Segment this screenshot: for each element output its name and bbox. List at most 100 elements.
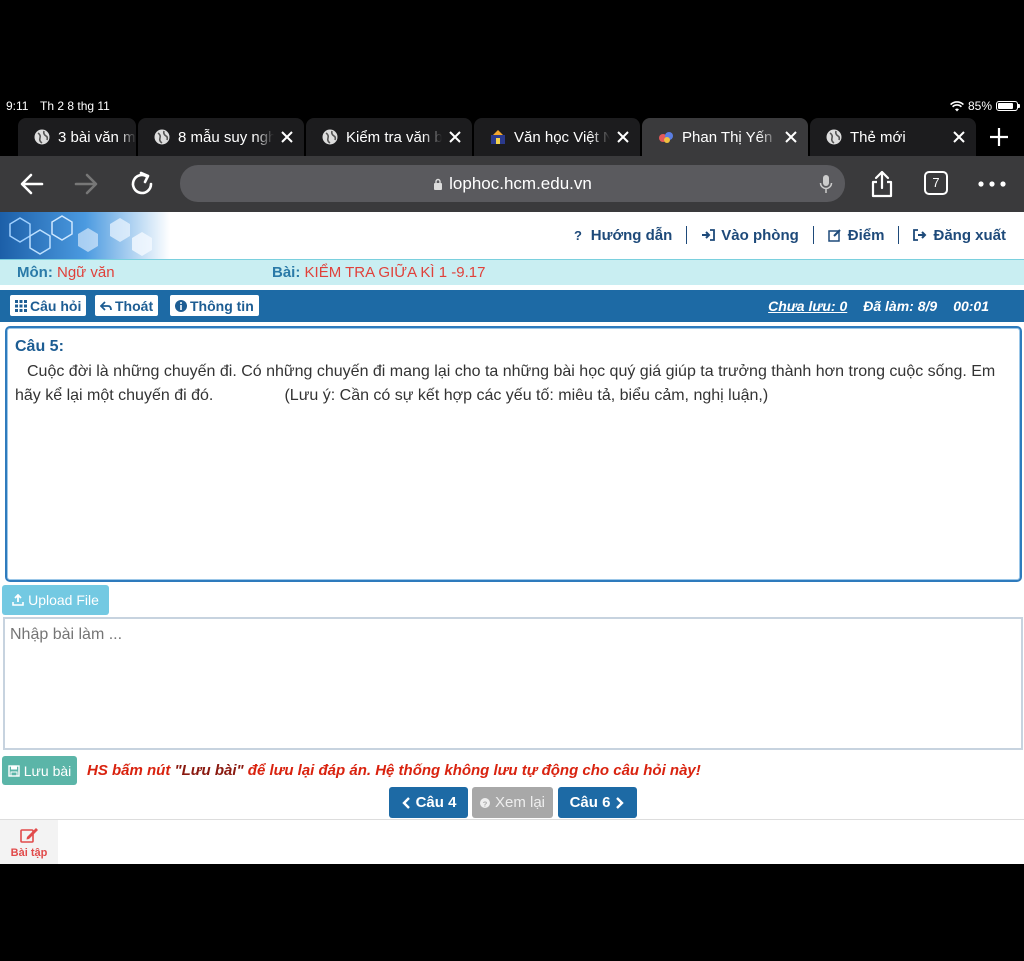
question-circle-icon: ? <box>479 797 490 808</box>
browser-tab-4[interactable]: Văn học Việt Nam <box>474 118 640 156</box>
logout-link[interactable]: Đăng xuất <box>899 227 1006 244</box>
lesson-info: Bài: KIỂM TRA GIỮA KÌ 1 -9.17 <box>272 264 485 281</box>
subject-value: Ngữ văn <box>57 264 115 281</box>
browser-tab-label: 8 mẫu suy nghĩ <box>178 128 274 146</box>
tab-count-button[interactable]: 7 <box>924 171 948 195</box>
save-warning-prefix: HS bấm nút <box>87 762 175 779</box>
prev-question-button[interactable]: Câu 4 <box>389 787 468 818</box>
back-arrow-icon[interactable] <box>16 168 48 200</box>
question-icon: ? <box>574 228 582 242</box>
sign-out-icon <box>913 229 927 241</box>
guide-link-label: Hướng dẫn <box>590 226 673 244</box>
question-panel: Câu 5: Cuộc đời là những chuyến đi. Có n… <box>5 326 1022 582</box>
browser-tab-label: Kiểm tra văn bản <box>346 128 442 146</box>
question-list-button[interactable]: Câu hỏi <box>10 295 87 316</box>
timer: 00:01 <box>953 298 989 314</box>
share-icon[interactable] <box>866 168 898 200</box>
progress-stats: Chưa lưu: 0 Đã làm: 8/9 00:01 <box>768 298 989 314</box>
browser-tab-5-active[interactable]: Phan Thị Yến Nhi <box>642 118 808 156</box>
prev-question-label: Câu 4 <box>415 794 457 811</box>
exercise-tab-label: Bài tập <box>10 847 48 859</box>
reply-arrow-icon <box>100 300 112 311</box>
browser-tab-2[interactable]: 8 mẫu suy nghĩ <box>138 118 304 156</box>
subject-info: Môn: Ngữ văn <box>17 264 115 281</box>
browser-tab-1[interactable]: 3 bài văn mẫu <box>18 118 136 156</box>
exit-label: Thoát <box>115 297 154 314</box>
browser-tab-3[interactable]: Kiểm tra văn bản <box>306 118 472 156</box>
question-list-label: Câu hỏi <box>30 297 82 314</box>
save-icon <box>8 764 20 777</box>
battery-percent: 85% <box>967 99 992 113</box>
globe-icon <box>34 129 50 145</box>
browser-tab-label: Thẻ mới <box>850 128 906 146</box>
subject-bar: Môn: Ngữ văn Bài: KIỂM TRA GIỮA KÌ 1 -9.… <box>0 259 1024 285</box>
site-banner-logo <box>0 212 170 259</box>
url-text: lophoc.hcm.edu.vn <box>449 173 592 193</box>
globe-icon <box>322 129 338 145</box>
unsaved-count[interactable]: Chưa lưu: 0 <box>768 298 847 314</box>
lock-icon <box>434 178 443 190</box>
microphone-icon[interactable] <box>819 174 833 194</box>
score-link-label: Điểm <box>847 226 885 244</box>
new-tab-plus-icon[interactable] <box>988 126 1010 148</box>
more-options-icon[interactable] <box>976 168 1008 200</box>
logout-link-label: Đăng xuất <box>933 226 1006 244</box>
question-title: Câu 5: <box>15 338 64 355</box>
status-right: 85% <box>950 99 1020 113</box>
guide-link[interactable]: ? Hướng dẫn <box>557 227 687 244</box>
info-label: Thông tin <box>190 297 254 314</box>
top-navigation: ? Hướng dẫn Vào phòng Điểm Đăng xuất <box>557 226 1006 244</box>
battery-icon <box>996 101 1020 111</box>
site-favicon-icon <box>491 130 505 144</box>
enter-room-link[interactable]: Vào phòng <box>687 227 813 244</box>
browser-tab-label: Văn học Việt Nam <box>514 128 610 146</box>
review-button[interactable]: ? Xem lại <box>472 787 553 818</box>
browser-toolbar: lophoc.hcm.edu.vn 7 <box>0 156 1024 212</box>
browser-tab-6[interactable]: Thẻ mới <box>810 118 976 156</box>
close-icon[interactable] <box>616 130 630 144</box>
status-date: Th 2 8 thg 11 <box>40 99 110 113</box>
answer-textarea[interactable] <box>3 617 1023 750</box>
question-toolbar: Câu hỏi Thoát Thông tin Chưa lưu: 0 Đã l… <box>0 290 1024 322</box>
reload-icon[interactable] <box>126 168 158 200</box>
address-bar[interactable]: lophoc.hcm.edu.vn <box>180 165 845 202</box>
wifi-icon <box>950 100 964 111</box>
svg-text:?: ? <box>483 799 488 808</box>
save-button[interactable]: Lưu bài <box>2 756 77 785</box>
status-time: 9:11 <box>6 99 29 113</box>
forward-arrow-icon[interactable] <box>70 168 102 200</box>
close-icon[interactable] <box>448 130 462 144</box>
lesson-value: KIỂM TRA GIỮA KÌ 1 -9.17 <box>304 264 486 281</box>
info-button[interactable]: Thông tin <box>170 295 259 316</box>
bottom-tab-bar: Bài tập <box>0 819 1024 864</box>
grid-icon <box>15 299 27 312</box>
done-count: Đã làm: 8/9 <box>863 298 938 314</box>
chevron-right-icon <box>616 796 625 809</box>
exercise-tab[interactable]: Bài tập <box>0 820 58 864</box>
close-icon[interactable] <box>280 130 294 144</box>
save-warning-highlight: "Lưu bài" <box>174 762 244 779</box>
next-question-label: Câu 6 <box>569 794 611 811</box>
browser-tab-label: 3 bài văn mẫu <box>58 128 136 146</box>
save-button-label: Lưu bài <box>23 762 72 779</box>
close-icon[interactable] <box>952 130 966 144</box>
save-warning-suffix: để lưu lại đáp án. Hệ thống không lưu tự… <box>243 762 701 779</box>
upload-icon <box>12 594 24 606</box>
close-icon[interactable] <box>784 130 798 144</box>
globe-icon <box>154 129 170 145</box>
score-link[interactable]: Điểm <box>814 227 899 244</box>
site-header: ? Hướng dẫn Vào phòng Điểm Đăng xuất <box>0 212 1024 259</box>
subject-label: Môn: <box>17 264 53 281</box>
next-question-button[interactable]: Câu 6 <box>558 787 637 818</box>
ios-status-bar: 9:11 Th 2 8 thg 11 85% <box>0 96 1024 116</box>
question-text: Cuộc đời là những chuyến đi. Có những ch… <box>15 363 1000 404</box>
edit-icon <box>828 229 841 242</box>
upload-file-button[interactable]: Upload File <box>2 585 109 615</box>
review-label: Xem lại <box>494 794 546 811</box>
edit-icon <box>20 828 38 843</box>
sign-in-icon <box>702 229 716 241</box>
exit-button[interactable]: Thoát <box>95 295 159 316</box>
save-warning: HS bấm nút "Lưu bài" để lưu lại đáp án. … <box>87 762 701 779</box>
browser-tab-bar: 3 bài văn mẫu 8 mẫu suy nghĩ Kiểm tra vă… <box>0 118 1024 156</box>
lesson-label: Bài: <box>272 264 301 281</box>
